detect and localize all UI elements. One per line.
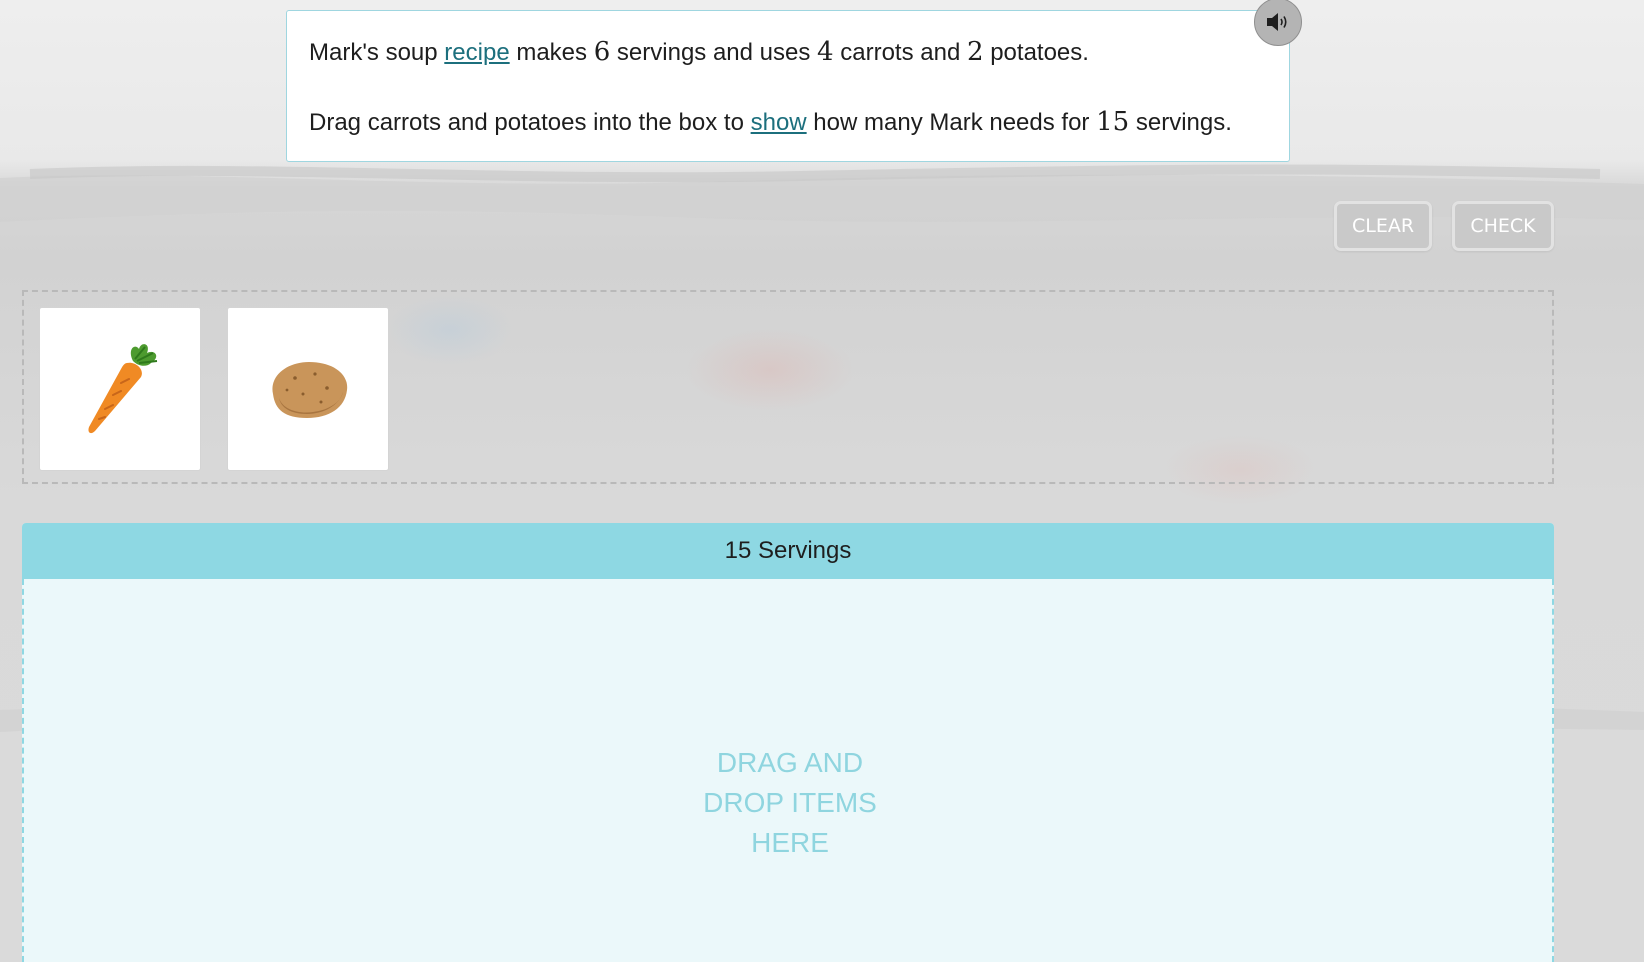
drop-zone-title: 15 Servings bbox=[22, 523, 1554, 579]
carrots-number: 4 bbox=[817, 37, 834, 67]
question-text: Drag carrots and potatoes into the box t… bbox=[309, 109, 751, 136]
carrot-icon bbox=[88, 344, 158, 434]
target-servings-number: 15 bbox=[1096, 107, 1130, 137]
question-text: potatoes. bbox=[983, 39, 1089, 66]
potato-item-card[interactable] bbox=[227, 307, 389, 471]
recipe-link[interactable]: recipe bbox=[444, 39, 509, 66]
question-text: servings. bbox=[1129, 109, 1232, 136]
clear-button[interactable]: CLEAR bbox=[1334, 201, 1432, 251]
carrot-item-card[interactable] bbox=[39, 307, 201, 471]
check-button[interactable]: CHECK bbox=[1452, 201, 1554, 251]
speaker-icon bbox=[1267, 13, 1287, 31]
servings-number: 6 bbox=[593, 37, 611, 67]
question-text: servings and uses bbox=[610, 39, 818, 66]
potatoes-number: 2 bbox=[966, 37, 984, 67]
audio-button[interactable] bbox=[1254, 0, 1302, 46]
question-text: Mark's soup bbox=[309, 39, 445, 66]
show-link[interactable]: show bbox=[751, 109, 807, 136]
potato-icon bbox=[272, 362, 348, 418]
drop-hint-text: DRAG AND DROP ITEMS HERE bbox=[703, 747, 877, 858]
question-text: carrots and bbox=[833, 39, 967, 66]
item-tray bbox=[22, 290, 1554, 484]
drop-area[interactable]: DRAG AND DROP ITEMS HERE bbox=[22, 579, 1554, 962]
servings-drop-zone[interactable]: 15 Servings DRAG AND DROP ITEMS HERE bbox=[22, 523, 1554, 962]
question-text: makes bbox=[509, 39, 594, 66]
question-panel: Mark's soup recipe makes 6 servings and … bbox=[286, 10, 1290, 162]
question-line-2: Drag carrots and potatoes into the box t… bbox=[309, 107, 1232, 137]
question-line-1: Mark's soup recipe makes 6 servings and … bbox=[309, 37, 1089, 67]
question-text: how many Mark needs for bbox=[806, 109, 1097, 136]
